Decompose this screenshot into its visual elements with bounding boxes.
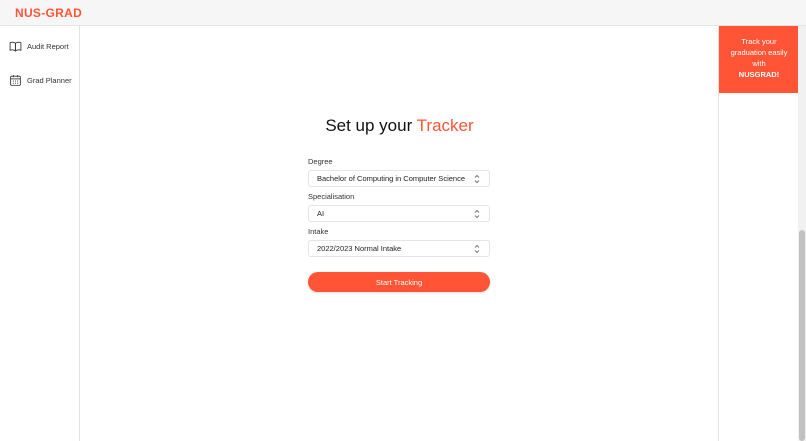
promo-line: with (752, 59, 766, 68)
app-root: NUS-GRAD Audit Report Grad Planner Set u… (0, 0, 806, 441)
sidebar-item-grad-planner[interactable]: Grad Planner (9, 72, 72, 88)
title-accent: Tracker (416, 116, 474, 135)
chevron-up-down-icon (471, 173, 483, 185)
promo-line: Track your (741, 37, 777, 46)
page-title: Set up your Tracker (81, 116, 718, 136)
chevron-up-down-icon (471, 243, 483, 255)
brand-logo[interactable]: NUS-GRAD (15, 6, 82, 20)
scrollbar-thumb[interactable] (799, 230, 805, 441)
top-header: NUS-GRAD (0, 0, 806, 26)
title-prefix: Set up your (325, 116, 417, 135)
promo-brand: NUSGRAD! (738, 70, 780, 79)
degree-label: Degree (308, 157, 333, 166)
book-icon (9, 40, 22, 53)
promo-line: graduation easily (730, 48, 788, 57)
specialisation-select[interactable]: AI (308, 205, 490, 222)
sidebar-item-label: Audit Report (27, 41, 69, 51)
sidebar: Audit Report Grad Planner (0, 26, 80, 441)
start-tracking-button[interactable]: Start Tracking (308, 272, 490, 292)
intake-label: Intake (308, 227, 329, 236)
vertical-scrollbar[interactable] (798, 26, 806, 441)
intake-value: 2022/2023 Normal Intake (317, 244, 402, 253)
sidebar-item-audit-report[interactable]: Audit Report (9, 38, 69, 54)
degree-value: Bachelor of Computing in Computer Scienc… (317, 174, 465, 183)
sidebar-item-label: Grad Planner (27, 75, 72, 85)
specialisation-value: AI (317, 209, 325, 218)
intake-select[interactable]: 2022/2023 Normal Intake (308, 240, 490, 257)
chevron-up-down-icon (471, 208, 483, 220)
degree-select[interactable]: Bachelor of Computing in Computer Scienc… (308, 170, 490, 187)
right-panel: Track your graduation easily with NUSGRA… (718, 26, 799, 441)
promo-banner: Track your graduation easily with NUSGRA… (719, 26, 799, 93)
main-content: Set up your Tracker Degree Bachelor of C… (81, 26, 718, 441)
specialisation-label: Specialisation (308, 192, 355, 201)
calendar-icon (9, 74, 22, 87)
